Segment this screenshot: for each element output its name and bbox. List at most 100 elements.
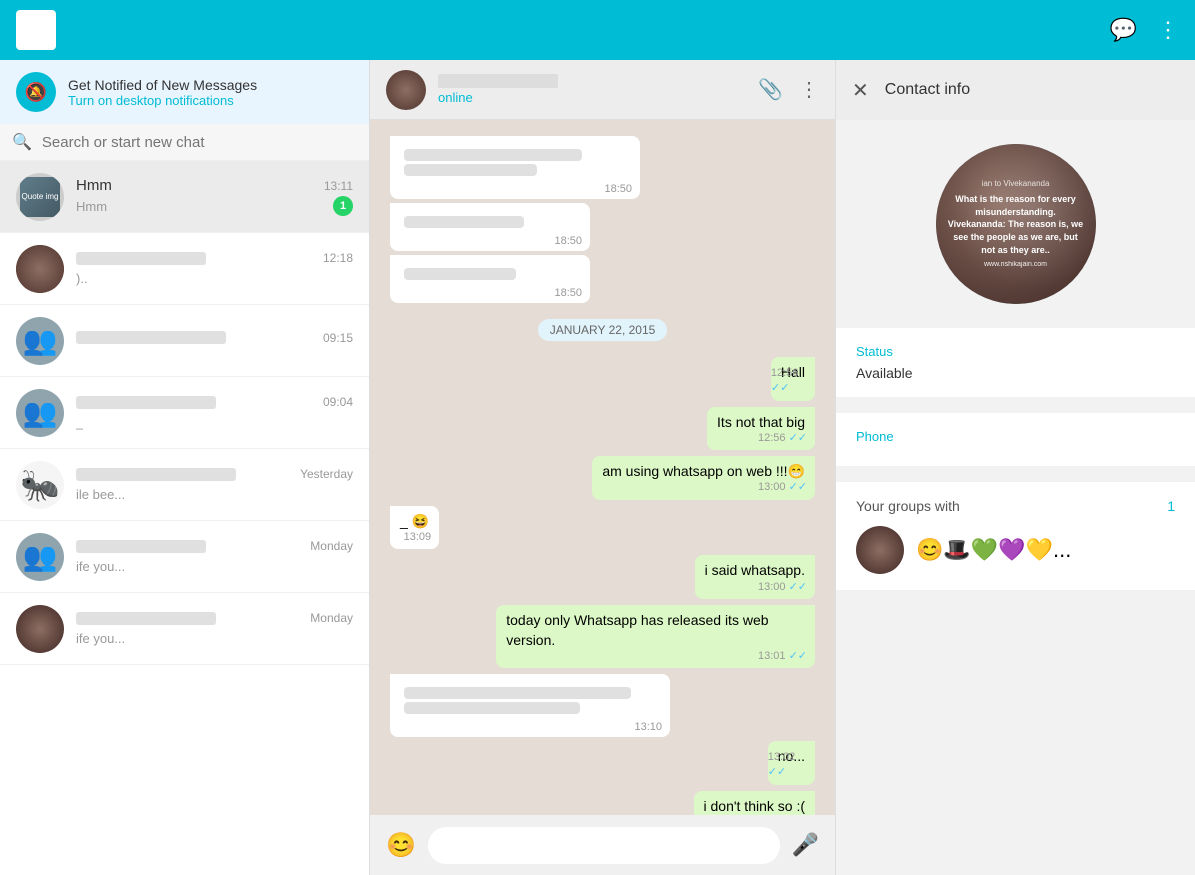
contact-name-bar — [438, 74, 558, 88]
chat-time: 12:18 — [323, 251, 353, 265]
chat-name — [76, 252, 206, 265]
input-area: 😊 🎤 — [370, 815, 835, 875]
groups-section: Your groups with 1 😊🎩💚💜💛... — [836, 482, 1195, 590]
message-time: 13:00 ✓✓ — [758, 580, 807, 595]
top-bar-icons: 💬 ⋮ — [1110, 17, 1179, 43]
message-bubble: 13:10 — [390, 674, 670, 737]
chat-item[interactable]: Monday ife you... — [0, 593, 369, 665]
message-time: 13:02 ✓✓ — [768, 750, 807, 781]
message-time: 18:50 — [604, 183, 632, 195]
notification-title: Get Notified of New Messages — [68, 77, 257, 93]
avatar: Quote img — [16, 173, 64, 221]
message-bubble: no... 13:02 ✓✓ — [768, 741, 815, 785]
contact-panel-header: ✕ Contact info — [836, 60, 1195, 120]
chat-time: 09:04 — [323, 395, 353, 409]
avatar — [16, 245, 64, 293]
message-bubble: i said whatsapp. 13:00 ✓✓ — [695, 555, 815, 599]
contact-avatar-section: ian to Vivekananda What is the reason fo… — [836, 120, 1195, 320]
groups-label: Your groups with — [856, 498, 960, 514]
chat-preview: Hmm — [76, 199, 107, 214]
more-menu-icon[interactable]: ⋮ — [1157, 17, 1179, 43]
message-bubble: Hall 12:56 ✓✓ — [771, 357, 815, 401]
chat-header-info: online — [438, 74, 746, 105]
message-bubble: am using whatsapp on web !!!😁 13:00 ✓✓ — [592, 456, 815, 500]
chat-time: 09:15 — [323, 331, 353, 345]
main-layout: 🔕 Get Notified of New Messages Turn on d… — [0, 60, 1195, 875]
message-time: 18:50 — [554, 287, 582, 299]
search-bar: 🔍 — [0, 124, 369, 161]
chat-info: Hmm 13:11 Hmm 1 — [76, 177, 353, 216]
chat-header-avatar — [386, 70, 426, 110]
message-bubble: Its not that big 12:56 ✓✓ — [707, 407, 815, 451]
chat-item[interactable]: 12:18 ).. — [0, 233, 369, 305]
notification-bell-icon: 🔕 — [16, 72, 56, 112]
chat-info: Monday ife you... — [76, 611, 353, 646]
chat-info: 09:04 _ — [76, 395, 353, 430]
message-time: 13:01 ✓✓ — [758, 649, 807, 664]
chat-preview: _ — [76, 415, 83, 430]
avatar — [16, 605, 64, 653]
message-time: 13:00 ✓✓ — [758, 480, 807, 495]
chat-name — [76, 396, 216, 409]
app-logo — [16, 10, 56, 50]
contact-status-section: Status Available — [836, 328, 1195, 397]
message-time: 12:56 ✓✓ — [771, 366, 807, 397]
contact-phone-section: Phone — [836, 413, 1195, 466]
chat-name — [76, 331, 226, 344]
avatar: 👥 — [16, 533, 64, 581]
chat-name: Hmm — [76, 177, 112, 194]
contact-avatar-large: ian to Vivekananda What is the reason fo… — [936, 144, 1096, 304]
more-options-icon[interactable]: ⋮ — [799, 77, 819, 102]
chat-time: 13:11 — [324, 179, 353, 193]
chat-time: Monday — [310, 539, 353, 553]
message-bubble: 18:50 — [390, 203, 590, 251]
chat-item[interactable]: Quote img Hmm 13:11 Hmm 1 — [0, 161, 369, 233]
group-emojis: 😊🎩💚💜💛... — [916, 537, 1071, 563]
chat-info: 09:15 — [76, 331, 353, 351]
chat-item[interactable]: 👥 09:15 — [0, 305, 369, 377]
message-time: 13:09 — [404, 530, 432, 545]
message-input[interactable] — [428, 827, 780, 864]
chat-icon[interactable]: 💬 — [1110, 17, 1137, 43]
status-value: Available — [856, 365, 1175, 381]
chat-item[interactable]: 👥 Monday ife you... — [0, 521, 369, 593]
message-bubble: _ 😆 13:09 — [390, 506, 439, 550]
chat-header-icons: 📎 ⋮ — [758, 77, 819, 102]
mic-button[interactable]: 🎤 — [792, 832, 819, 858]
chat-name — [76, 468, 236, 481]
chat-preview: ile bee... — [76, 487, 125, 502]
chat-preview: ).. — [76, 271, 88, 286]
chat-info: Yesterday ile bee... — [76, 467, 353, 502]
chat-preview: ife you... — [76, 631, 125, 646]
chat-time: Yesterday — [300, 467, 353, 481]
message-time: 18:50 — [554, 235, 582, 247]
status-label: Status — [856, 344, 1175, 359]
emoji-button[interactable]: 😊 — [386, 831, 416, 860]
date-separator: JANUARY 22, 2015 — [390, 319, 815, 341]
chat-name — [76, 540, 206, 553]
chat-time: Monday — [310, 611, 353, 625]
chat-item[interactable]: 🐜 Yesterday ile bee... — [0, 449, 369, 521]
message-time: 12:56 ✓✓ — [758, 431, 807, 446]
chat-name — [76, 612, 216, 625]
chat-info: 12:18 ).. — [76, 251, 353, 286]
message-bubble: 18:50 — [390, 136, 640, 199]
message-bubble: 18:50 — [390, 255, 590, 303]
close-button[interactable]: ✕ — [852, 78, 869, 103]
chat-preview: ife you... — [76, 559, 125, 574]
chat-header: online 📎 ⋮ — [370, 60, 835, 120]
date-badge: JANUARY 22, 2015 — [538, 319, 668, 341]
phone-label: Phone — [856, 429, 1175, 444]
message-time: 13:10 — [634, 721, 662, 733]
attachment-icon[interactable]: 📎 — [758, 77, 783, 102]
sidebar: 🔕 Get Notified of New Messages Turn on d… — [0, 60, 370, 875]
groups-count: 1 — [1167, 498, 1175, 514]
messages-area: 18:49 ✓✓ 18:50 18:50 18:50 JANUARY — [370, 120, 835, 815]
groups-header: Your groups with 1 — [856, 498, 1175, 514]
search-input[interactable] — [42, 134, 357, 151]
top-bar: 💬 ⋮ — [0, 0, 1195, 60]
notification-link[interactable]: Turn on desktop notifications — [68, 93, 257, 108]
chat-info: Monday ife you... — [76, 539, 353, 574]
unread-badge: 1 — [333, 196, 353, 216]
chat-item[interactable]: 👥 09:04 _ — [0, 377, 369, 449]
